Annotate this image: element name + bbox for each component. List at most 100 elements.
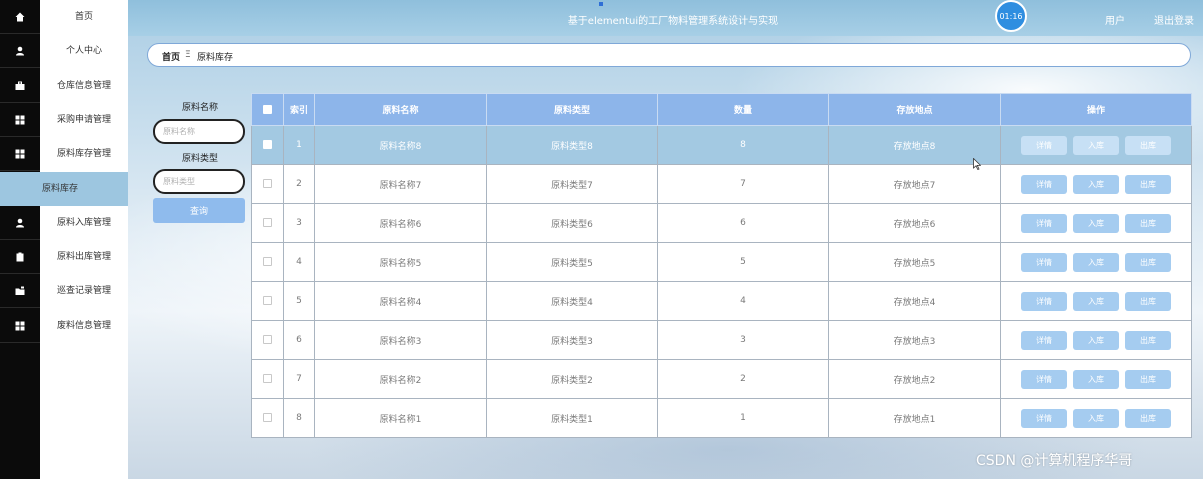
detail-button[interactable]: 详情	[1021, 252, 1067, 272]
cell-quantity: 4	[657, 281, 829, 321]
stock-out-button[interactable]: 出库	[1125, 369, 1171, 389]
cell-index: 4	[283, 242, 315, 282]
logout-link[interactable]: 退出登录	[1154, 12, 1194, 27]
detail-button[interactable]: 详情	[1021, 408, 1067, 428]
row-select-cell[interactable]	[251, 203, 284, 243]
cell-actions: 详情 入库 出库	[1000, 359, 1192, 399]
name-search-label: 原料名称	[181, 103, 218, 113]
col-actions: 操作	[1000, 93, 1192, 126]
detail-button[interactable]: 详情	[1021, 291, 1067, 311]
cell-type: 原料类型3	[486, 320, 658, 360]
mouse-cursor-icon	[973, 158, 981, 170]
cell-name: 原料名称5	[314, 242, 487, 282]
type-search-input[interactable]: 原料类型	[153, 169, 245, 194]
sidebar-item[interactable]: 原料入库管理	[0, 206, 128, 240]
sidebar-divider	[0, 341, 40, 343]
row-select-cell[interactable]	[251, 164, 284, 204]
cell-index: 8	[283, 398, 315, 438]
table-row[interactable]: 8 原料名称1 原料类型1 1 存放地点1 详情 入库 出库	[251, 398, 1192, 438]
sidebar-item[interactable]: 采购申请管理	[0, 103, 128, 137]
sidebar-item-label: 个人中心	[65, 46, 102, 57]
row-checkbox[interactable]	[263, 374, 272, 383]
watermark: CSDN @计算机程序华哥	[976, 453, 1133, 469]
table-row[interactable]: 2 原料名称7 原料类型7 7 存放地点7 详情 入库 出库	[251, 164, 1192, 204]
col-name: 原料名称	[314, 93, 487, 126]
name-search-input[interactable]: 原料名称	[153, 119, 245, 144]
row-select-cell[interactable]	[251, 398, 284, 438]
stock-in-button[interactable]: 入库	[1073, 291, 1119, 311]
cell-quantity: 3	[657, 320, 829, 360]
select-all-cell[interactable]	[251, 93, 284, 126]
table-row[interactable]: 6 原料名称3 原料类型3 3 存放地点3 详情 入库 出库	[251, 320, 1192, 360]
stock-out-button[interactable]: 出库	[1125, 174, 1171, 194]
stock-in-button[interactable]: 入库	[1073, 252, 1119, 272]
sidebar-item-label: 原料库存	[0, 172, 128, 206]
top-header: 基于elementui的工厂物料管理系统设计与实现 用户 退出登录	[128, 0, 1203, 36]
row-select-cell[interactable]	[251, 359, 284, 399]
clock-badge: 01:16	[995, 0, 1027, 32]
grid-icon	[0, 103, 40, 137]
cell-type: 原料类型1	[486, 398, 658, 438]
cell-name: 原料名称4	[314, 281, 487, 321]
detail-button[interactable]: 详情	[1021, 135, 1067, 155]
sidebar-item[interactable]: 原料出库管理	[0, 240, 128, 275]
stock-out-button[interactable]: 出库	[1125, 408, 1171, 428]
sidebar-item-label: 巡查记录管理	[56, 286, 111, 297]
table-row[interactable]: 1 原料名称8 原料类型8 8 存放地点8 详情 入库 出库	[251, 125, 1192, 165]
cell-actions: 详情 入库 出库	[1000, 164, 1192, 204]
inventory-table: 索引 原料名称 原料类型 数量 存放地点 操作 1 原料名称8 原料类型8 8 存放地点…	[251, 93, 1192, 438]
sidebar-subitem-label: 原料库存	[42, 183, 79, 194]
row-checkbox[interactable]	[263, 179, 272, 188]
sidebar-item[interactable]: 原料库存管理	[0, 137, 128, 172]
stock-in-button[interactable]: 入库	[1073, 135, 1119, 155]
sidebar-item[interactable]: 个人中心	[0, 34, 128, 69]
cell-location: 存放地点3	[828, 320, 1001, 360]
sidebar-item[interactable]: 巡查记录管理	[0, 274, 128, 309]
stock-out-button[interactable]: 出库	[1125, 252, 1171, 272]
stock-in-button[interactable]: 入库	[1073, 330, 1119, 350]
breadcrumb-home[interactable]: 首页	[162, 50, 180, 63]
row-checkbox[interactable]	[263, 335, 272, 344]
folder-icon	[0, 274, 40, 308]
sidebar-item[interactable]: 废料信息管理	[0, 309, 128, 343]
cell-actions: 详情 入库 出库	[1000, 398, 1192, 438]
stock-out-button[interactable]: 出库	[1125, 291, 1171, 311]
sidebar-item[interactable]: 原料库存	[0, 171, 128, 206]
row-checkbox[interactable]	[263, 296, 272, 305]
stock-in-button[interactable]: 入库	[1073, 213, 1119, 233]
row-checkbox[interactable]	[263, 257, 272, 266]
sidebar-item-label: 采购申请管理	[56, 114, 111, 125]
stock-in-button[interactable]: 入库	[1073, 174, 1119, 194]
cell-quantity: 1	[657, 398, 829, 438]
detail-button[interactable]: 详情	[1021, 330, 1067, 350]
detail-button[interactable]: 详情	[1021, 213, 1067, 233]
row-checkbox[interactable]	[263, 413, 272, 422]
cell-type: 原料类型5	[486, 242, 658, 282]
clipboard-icon	[0, 240, 40, 274]
row-select-cell[interactable]	[251, 125, 284, 165]
select-all-checkbox[interactable]	[263, 104, 272, 114]
detail-button[interactable]: 详情	[1021, 174, 1067, 194]
row-select-cell[interactable]	[251, 281, 284, 321]
stock-in-button[interactable]: 入库	[1073, 369, 1119, 389]
cell-index: 1	[283, 125, 315, 165]
stock-out-button[interactable]: 出库	[1125, 330, 1171, 350]
detail-button[interactable]: 详情	[1021, 369, 1067, 389]
cell-location: 存放地点4	[828, 281, 1001, 321]
stock-in-button[interactable]: 入库	[1073, 408, 1119, 428]
sidebar-item[interactable]: 仓库信息管理	[0, 69, 128, 103]
table-row[interactable]: 7 原料名称2 原料类型2 2 存放地点2 详情 入库 出库	[251, 359, 1192, 399]
row-select-cell[interactable]	[251, 320, 284, 360]
search-button[interactable]: 查询	[153, 198, 245, 223]
table-row[interactable]: 5 原料名称4 原料类型4 4 存放地点4 详情 入库 出库	[251, 281, 1192, 321]
sidebar-item-label: 仓库信息管理	[56, 80, 111, 91]
row-checkbox[interactable]	[263, 218, 272, 227]
row-checkbox[interactable]	[263, 140, 272, 149]
sidebar-item[interactable]: 首页	[0, 0, 128, 34]
table-row[interactable]: 3 原料名称6 原料类型6 6 存放地点6 详情 入库 出库	[251, 203, 1192, 243]
table-row[interactable]: 4 原料名称5 原料类型5 5 存放地点5 详情 入库 出库	[251, 242, 1192, 282]
table-header-row: 索引 原料名称 原料类型 数量 存放地点 操作	[251, 93, 1192, 126]
stock-out-button[interactable]: 出库	[1125, 135, 1171, 155]
row-select-cell[interactable]	[251, 242, 284, 282]
stock-out-button[interactable]: 出库	[1125, 213, 1171, 233]
